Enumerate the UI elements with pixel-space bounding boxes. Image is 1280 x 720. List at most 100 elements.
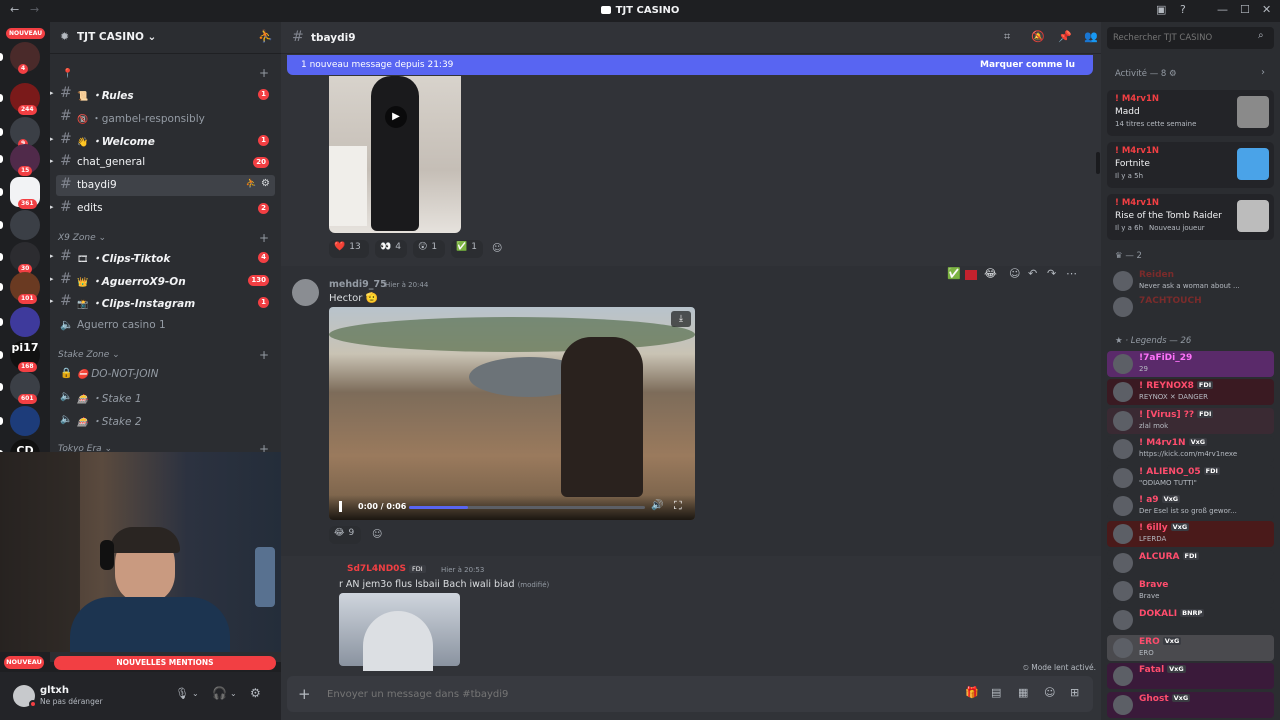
reply-icon[interactable]: ↶: [1028, 267, 1037, 280]
download-icon[interactable]: ⤓: [671, 311, 691, 327]
member-row[interactable]: DOKALI BNRP: [1107, 606, 1274, 633]
member-row[interactable]: ! ALIENO_05 FDI "ODIAMO TUTTI": [1107, 464, 1274, 491]
member-row[interactable]: ! a9 VxG Der Esel ist so groß gewor...: [1107, 493, 1274, 519]
member-row[interactable]: Ghost VxG: [1107, 691, 1274, 718]
video-attachment-thumbnail[interactable]: ▶: [329, 76, 461, 233]
activity-card[interactable]: ! M4rv1N Madd 14 titres cette semaine: [1107, 90, 1274, 136]
channel-edits[interactable]: ▸ # edits 2: [50, 198, 275, 219]
category-stake-zone[interactable]: Stake Zone ⌄: [58, 350, 120, 360]
server-icon[interactable]: [10, 210, 40, 240]
message-input[interactable]: [327, 685, 927, 703]
video-progress-track[interactable]: [409, 506, 645, 509]
help-icon[interactable]: ?: [1180, 3, 1186, 16]
member-row[interactable]: ALCURA FDI: [1107, 549, 1274, 576]
new-messages-banner[interactable]: 1 nouveau message depuis 21:39 Marquer c…: [287, 55, 1093, 75]
member-row[interactable]: ! 6illy VxG LFERDA: [1107, 521, 1274, 548]
notifications-muted-icon[interactable]: 🔕: [1031, 30, 1045, 43]
add-channel-icon[interactable]: +: [259, 348, 269, 362]
image-attachment[interactable]: [339, 593, 460, 671]
author-avatar[interactable]: [292, 279, 319, 306]
reaction-chip[interactable]: 😲 1: [413, 240, 445, 258]
maximize-icon[interactable]: ☐: [1240, 3, 1250, 16]
more-options-icon[interactable]: ⋯: [1066, 267, 1077, 280]
server-icon[interactable]: [10, 406, 40, 436]
play-icon[interactable]: ▶: [385, 106, 407, 128]
category-x9-zone[interactable]: X9 Zone ⌄: [58, 233, 106, 243]
mic-options-chevron-icon[interactable]: ⌄: [192, 689, 199, 698]
member-status: ERO: [1139, 649, 1154, 657]
server-header[interactable]: ✹ TJT CASINO ⌄ ⛹: [50, 22, 281, 54]
channel-clips-instagram[interactable]: ▸ # 📸 ・Clips-Instagram 1: [50, 292, 275, 313]
reaction-chip[interactable]: ✅ 1: [451, 240, 483, 258]
audio-options-chevron-icon[interactable]: ⌄: [230, 689, 237, 698]
add-reaction-icon[interactable]: ☺: [492, 243, 502, 254]
server-pi17-label[interactable]: pi17: [11, 341, 39, 354]
activity-card[interactable]: ! M4rv1N Fortnite Il y a 5h: [1107, 142, 1274, 188]
add-reaction-icon[interactable]: ☺: [1009, 267, 1020, 280]
member-row[interactable]: Brave Brave: [1107, 578, 1274, 605]
add-member-icon[interactable]: ⛹: [258, 29, 273, 43]
member-row[interactable]: Reiden Never ask a woman about ...: [1107, 268, 1274, 294]
video-player[interactable]: ⤓ 0:00 / 0:06 🔊 ⛶: [329, 307, 695, 520]
channel-rules[interactable]: ▸ # 📜 ・Rules 1: [50, 84, 275, 105]
pinned-icon[interactable]: 📌: [1058, 30, 1072, 43]
server-icon[interactable]: [10, 307, 40, 337]
reaction-chip[interactable]: ❤️ 13: [329, 240, 369, 258]
apps-icon[interactable]: ⊞: [1070, 686, 1079, 699]
channel-gambel-responsibly[interactable]: # 🔞 ・gambel-responsibly: [56, 107, 275, 128]
search-input[interactable]: [1113, 31, 1253, 45]
member-row[interactable]: ERO VxG ERO: [1107, 635, 1274, 661]
member-list-icon[interactable]: 👥: [1084, 30, 1098, 43]
member-row[interactable]: !7aFiDi_29 29: [1107, 351, 1274, 377]
add-channel-icon[interactable]: +: [259, 231, 269, 245]
voice-channel-stake[interactable]: 🔈 🎰 ・Stake 2: [56, 410, 275, 431]
channel-tbaydi9[interactable]: # tbaydi9 ⛹ ⚙: [56, 175, 275, 196]
message-author[interactable]: mehdi9_75: [329, 279, 387, 290]
new-mentions-button[interactable]: NOUVELLES MENTIONS: [54, 656, 276, 670]
gift-icon[interactable]: 🎁: [965, 686, 979, 699]
sticker-icon[interactable]: ▦: [1018, 686, 1028, 699]
add-reaction-icon[interactable]: ☺: [372, 529, 382, 540]
new-guild-badge[interactable]: NOUVEAU: [4, 656, 44, 669]
member-row[interactable]: 7ACHTOUCH: [1107, 294, 1274, 320]
chat-scrollbar[interactable]: [1096, 152, 1100, 174]
threads-icon[interactable]: ⌗: [1004, 30, 1010, 44]
chevron-right-icon[interactable]: ›: [1261, 67, 1265, 78]
channel-clips-tiktok[interactable]: ▸ # 🎞 ・Clips-Tiktok 4: [50, 247, 275, 268]
reaction-chip[interactable]: 👀 4: [375, 240, 407, 258]
member-row[interactable]: ! M4rv1N VxG https://kick.com/m4rv1nexe: [1107, 436, 1274, 463]
invite-icon[interactable]: ⛹: [246, 179, 257, 189]
message-author[interactable]: Sd7L4ND0S: [347, 564, 406, 574]
emoji-icon[interactable]: ☺: [1044, 686, 1055, 699]
close-icon[interactable]: ✕: [1262, 3, 1271, 16]
add-channel-icon[interactable]: +: [259, 66, 269, 80]
gif-icon[interactable]: ▤: [991, 686, 1001, 699]
voice-channel-stake[interactable]: 🔒 ⛔ DO-NOT-JOIN: [56, 364, 275, 385]
play-pause-icon[interactable]: [339, 501, 342, 512]
server-search[interactable]: ⌕: [1107, 27, 1274, 49]
voice-channel-stake[interactable]: 🔈 🎰 ・Stake 1: [56, 387, 275, 408]
member-row[interactable]: Fatal VxG: [1107, 663, 1274, 690]
forward-icon[interactable]: ↷: [1047, 267, 1056, 280]
member-row[interactable]: ! [Virus] ?? FDI zlal mok: [1107, 407, 1274, 434]
mic-icon[interactable]: 🎙: [175, 687, 189, 700]
channel-welcome[interactable]: ▸ # 👋 ・Welcome 1: [50, 130, 275, 151]
channel-settings-icon[interactable]: ⚙: [261, 178, 270, 189]
laugh-reaction-icon[interactable]: 😂: [984, 267, 997, 280]
volume-icon[interactable]: 🔊: [651, 500, 663, 511]
channel-aguerrox9-on[interactable]: ▸ # 👑 ・AguerroX9-On 130: [50, 270, 275, 291]
activity-card[interactable]: ! M4rv1N Rise of the Tomb Raider Il y a 6h…: [1107, 194, 1274, 240]
flag-reaction-icon[interactable]: [965, 270, 977, 280]
member-row[interactable]: ! REYNOX8 FDI REYNOX ✕ DANGER: [1107, 379, 1274, 406]
check-reaction-icon[interactable]: ✅: [947, 267, 961, 280]
fullscreen-icon[interactable]: ⛶: [674, 499, 682, 513]
channel-chat-general[interactable]: ▸ # chat_general 20: [50, 152, 275, 173]
voice-channel-aguerro[interactable]: 🔈 Aguerro casino 1: [56, 315, 275, 336]
minimize-icon[interactable]: —: [1217, 3, 1228, 16]
settings-gear-icon[interactable]: ⚙: [250, 686, 261, 700]
add-attachment-icon[interactable]: +: [298, 685, 311, 703]
headphones-icon[interactable]: 🎧: [212, 686, 227, 700]
reaction-chip[interactable]: 😂 9: [329, 526, 361, 544]
inbox-icon[interactable]: ▣: [1156, 3, 1166, 16]
mark-as-read-button[interactable]: Marquer comme lu: [980, 60, 1075, 70]
